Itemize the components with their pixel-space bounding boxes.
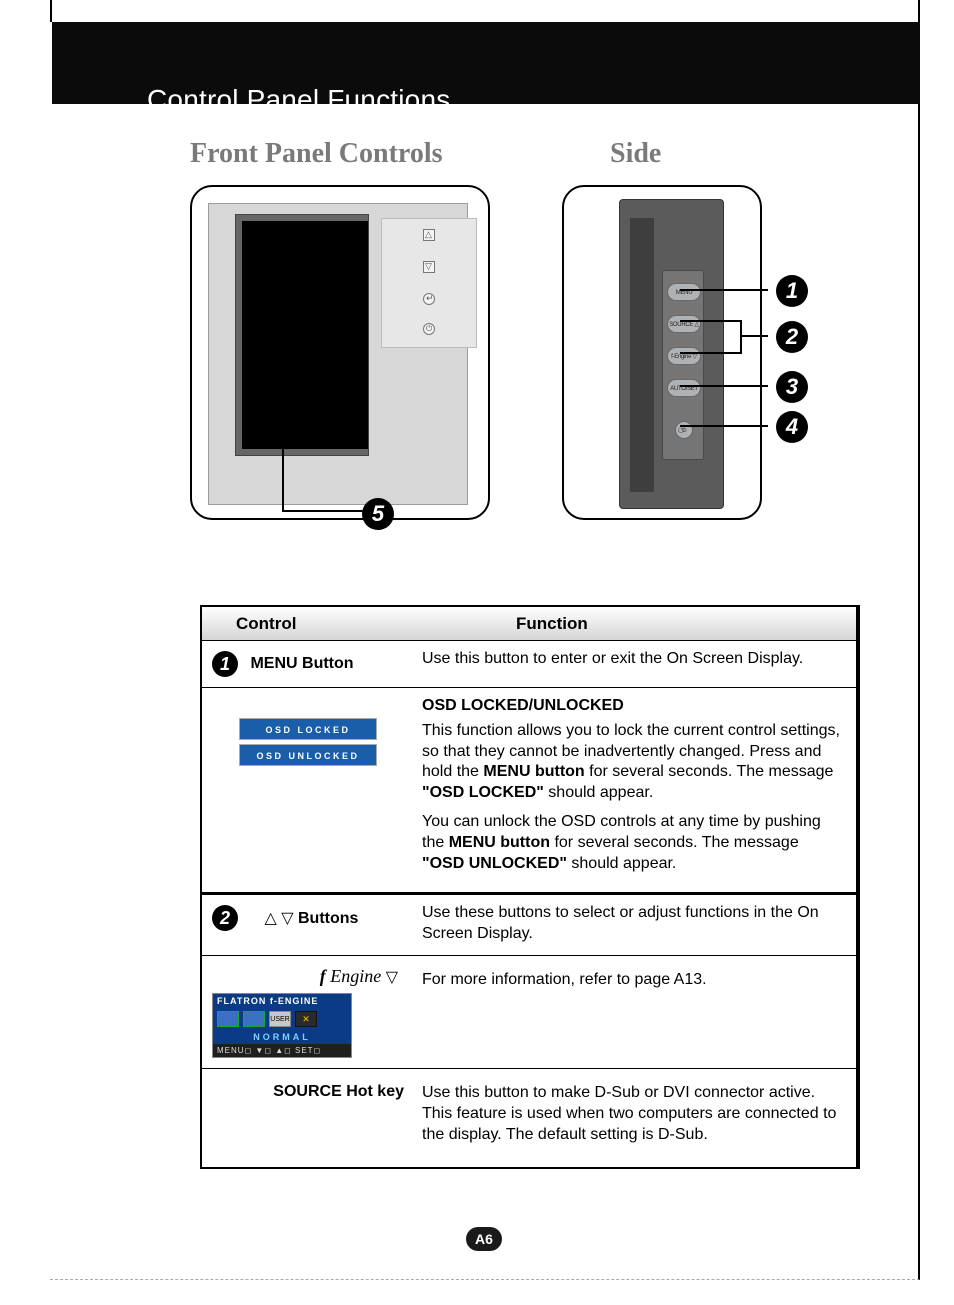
leader-line-4 — [680, 425, 768, 427]
osd-para-2: You can unlock the OSD controls at any t… — [422, 812, 842, 874]
row-source: SOURCE Hot key Use this button to make D… — [202, 1069, 856, 1167]
osd-unlocked-badge: OSD UNLOCKED — [239, 744, 377, 766]
table-header: Control Function — [202, 607, 856, 641]
header-band: Control Panel Functions — [52, 22, 920, 104]
leader-line-2b — [680, 352, 740, 354]
th-function: Function — [412, 607, 856, 640]
side-autoset-button: AUTO/SET — [667, 379, 701, 397]
leader-line-3 — [680, 385, 768, 387]
side-menu-button: MENU — [667, 283, 701, 301]
function-table: Control Function 1 MENU Button Use this … — [200, 605, 860, 1169]
fe-user-icon: USER — [269, 1011, 291, 1027]
txt: should appear. — [567, 855, 676, 872]
fengine-osd-screenshot: FLATRON f-ENGINE USER ✕ NORMAL MENU◻ ▼◻ … — [212, 993, 352, 1058]
side-front-face — [630, 218, 654, 492]
leader-line-2-out — [740, 335, 768, 337]
front-monitor-frame — [235, 214, 369, 456]
leader-line-2-join — [740, 320, 742, 354]
txt-bold: MENU button — [449, 834, 550, 851]
page-title: Control Panel Functions — [147, 84, 450, 116]
fe-footer: MENU◻ ▼◻ ▲◻ SET◻ — [213, 1044, 351, 1057]
txt: should appear. — [544, 784, 653, 801]
txt-bold: "OSD LOCKED" — [422, 784, 544, 801]
power-button-icon — [423, 323, 435, 335]
cell-arrow-desc: Use these buttons to select or adjust fu… — [412, 895, 856, 955]
front-panel-illustration — [190, 185, 490, 520]
fe-header: FLATRON f-ENGINE — [213, 994, 351, 1008]
leader-line-2a — [680, 320, 740, 322]
osd-locked-badge: OSD LOCKED — [239, 718, 377, 740]
cell-menu-label: 1 MENU Button — [202, 641, 412, 687]
side-monitor-body: MENU SOURCE △ f-Engine ▽ AUTO/SET ⏻ — [619, 199, 724, 509]
subhead-side: Side — [610, 138, 661, 170]
side-button-panel: MENU SOURCE △ f-Engine ▽ AUTO/SET ⏻ — [662, 270, 704, 460]
row-menu-top: 1 MENU Button Use this button to enter o… — [202, 641, 856, 688]
menu-button-label: MENU Button — [250, 655, 353, 673]
fengine-logo: f Engine — [320, 966, 382, 986]
row-callout-1: 1 — [212, 651, 238, 677]
page-number-badge: A6 — [466, 1227, 502, 1251]
leader-line-1 — [680, 289, 768, 291]
up-button-icon — [423, 229, 435, 241]
callout-5: 5 — [362, 498, 394, 530]
enter-button-icon — [423, 293, 435, 305]
subhead-front: Front Panel Controls — [190, 138, 443, 170]
side-power-button: ⏻ — [675, 421, 693, 439]
cell-fengine-desc: For more information, refer to page A13. — [412, 956, 856, 1068]
source-hotkey-label: SOURCE Hot key — [249, 1083, 404, 1100]
th-control: Control — [202, 607, 412, 640]
callout-3: 3 — [776, 371, 808, 403]
cell-osd-text: OSD LOCKED/UNLOCKED This function allows… — [412, 688, 856, 892]
leader-line-5 — [282, 302, 284, 512]
cell-source-label: SOURCE Hot key — [202, 1069, 412, 1167]
side-source-button: SOURCE △ — [667, 315, 701, 333]
fe-text-icon — [243, 1011, 265, 1027]
row-arrow-buttons: 2 △ ▽ Buttons Use these buttons to selec… — [202, 895, 856, 956]
buttons-label: Buttons — [298, 910, 358, 927]
row-menu-osd: OSD LOCKED OSD UNLOCKED OSD LOCKED/UNLOC… — [202, 688, 856, 895]
triangle-down-icon: ▽ — [281, 910, 293, 927]
triangle-up-icon: △ — [264, 910, 276, 927]
fe-icons-row: USER ✕ — [213, 1008, 351, 1030]
front-screen — [242, 221, 368, 449]
cell-menu-desc: Use this button to enter or exit the On … — [412, 641, 856, 687]
callout-4: 4 — [776, 411, 808, 443]
fe-close-icon: ✕ — [295, 1011, 317, 1027]
row-callout-2: 2 — [212, 905, 238, 931]
cell-osd-badges: OSD LOCKED OSD UNLOCKED — [202, 688, 412, 892]
down-button-icon — [423, 261, 435, 273]
osd-subhead: OSD LOCKED/UNLOCKED — [422, 696, 842, 717]
cell-fengine-label: f Engine ▽ FLATRON f-ENGINE USER ✕ NORMA… — [202, 956, 412, 1068]
side-fengine-button: f-Engine ▽ — [667, 347, 701, 365]
row-fengine: f Engine ▽ FLATRON f-ENGINE USER ✕ NORMA… — [202, 956, 856, 1069]
txt: for several seconds. The message — [585, 763, 834, 780]
front-bezel — [208, 203, 468, 505]
txt-bold: MENU button — [483, 763, 584, 780]
triangle-down-icon: ▽ — [386, 969, 398, 986]
txt-bold: "OSD UNLOCKED" — [422, 855, 567, 872]
manual-page: Control Panel Functions Front Panel Cont… — [50, 0, 920, 1280]
fengine-word: Engine — [330, 966, 381, 986]
crop-mark — [50, 0, 52, 22]
front-button-strip — [381, 218, 477, 348]
fe-normal-label: NORMAL — [213, 1030, 351, 1044]
callout-1: 1 — [776, 275, 808, 307]
callout-2: 2 — [776, 321, 808, 353]
txt: for several seconds. The message — [550, 834, 799, 851]
cell-source-desc: Use this button to make D-Sub or DVI con… — [412, 1069, 856, 1167]
osd-para-1: This function allows you to lock the cur… — [422, 721, 842, 804]
fe-movie-icon — [217, 1011, 239, 1027]
cell-arrow-label: 2 △ ▽ Buttons — [202, 895, 412, 955]
